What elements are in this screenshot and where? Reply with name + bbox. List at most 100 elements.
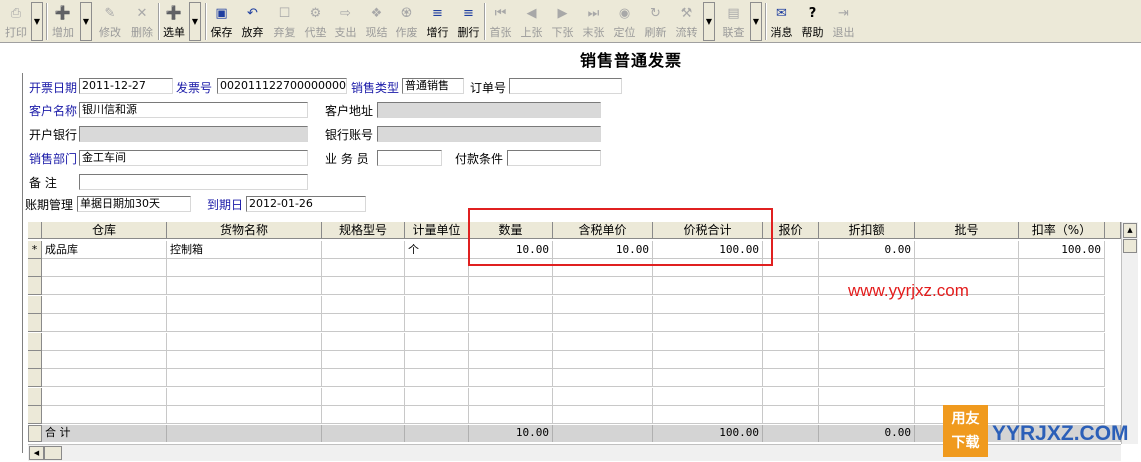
empty-cell[interactable] <box>1019 259 1105 277</box>
empty-cell[interactable] <box>653 314 763 333</box>
empty-cell[interactable] <box>322 406 405 425</box>
empty-cell[interactable] <box>405 351 469 369</box>
empty-cell[interactable] <box>1019 277 1105 296</box>
empty-cell[interactable] <box>819 314 915 333</box>
column-header-goods-name[interactable]: 货物名称 <box>167 222 322 239</box>
next-record-button[interactable]: ▶ 下张 <box>548 2 577 41</box>
empty-cell[interactable] <box>763 406 819 425</box>
empty-cell[interactable] <box>653 351 763 369</box>
remark-field[interactable] <box>79 174 308 190</box>
empty-cell[interactable] <box>653 369 763 388</box>
sales-dept-field[interactable]: 金工车间 <box>79 150 308 166</box>
locate-button[interactable]: ◉ 定位 <box>610 2 639 41</box>
empty-cell[interactable] <box>167 259 322 277</box>
empty-cell[interactable] <box>42 351 167 369</box>
select-order-dropdown[interactable]: ▼ <box>189 2 201 41</box>
empty-cell[interactable] <box>1019 351 1105 369</box>
empty-cell[interactable] <box>653 387 763 406</box>
empty-cell[interactable] <box>763 332 819 351</box>
scroll-thumb[interactable] <box>1123 239 1137 253</box>
previous-record-button[interactable]: ◀ 上张 <box>517 2 546 41</box>
row-marker[interactable]: * <box>28 241 42 259</box>
empty-cell[interactable] <box>819 259 915 277</box>
empty-cell[interactable] <box>322 259 405 277</box>
empty-cell[interactable] <box>653 406 763 425</box>
row-header[interactable] <box>28 295 42 314</box>
column-header-quantity[interactable]: 数量 <box>469 222 553 239</box>
empty-cell[interactable] <box>1019 295 1105 314</box>
empty-cell[interactable] <box>42 406 167 425</box>
message-button[interactable]: ✉ 消息 <box>767 2 796 41</box>
empty-cell[interactable] <box>167 277 322 296</box>
empty-cell[interactable] <box>405 314 469 333</box>
empty-cell[interactable] <box>322 369 405 388</box>
empty-cell[interactable] <box>653 259 763 277</box>
empty-cell[interactable] <box>553 277 653 296</box>
cell-unit-price[interactable]: 10.00 <box>553 241 653 259</box>
column-header-discount[interactable]: 折扣额 <box>819 222 915 239</box>
empty-cell[interactable] <box>1019 369 1105 388</box>
empty-cell[interactable] <box>763 295 819 314</box>
customer-name-field[interactable]: 银川信和源 <box>79 102 308 118</box>
scroll-up-arrow-icon[interactable]: ▲ <box>1123 223 1137 238</box>
advance-payment-button[interactable]: ⚙ 代垫 <box>301 2 330 41</box>
empty-cell[interactable] <box>405 332 469 351</box>
empty-cell[interactable] <box>763 369 819 388</box>
empty-cell[interactable] <box>653 277 763 296</box>
empty-cell[interactable] <box>405 259 469 277</box>
linked-query-button[interactable]: ▤ 联查 <box>719 2 748 41</box>
discard-button[interactable]: ↶ 放弃 <box>238 2 267 41</box>
empty-cell[interactable] <box>469 277 553 296</box>
empty-cell[interactable] <box>915 351 1019 369</box>
row-header[interactable] <box>28 351 42 369</box>
empty-cell[interactable] <box>469 259 553 277</box>
payment-terms-field[interactable] <box>507 150 601 166</box>
column-header-batch[interactable]: 批号 <box>915 222 1019 239</box>
empty-cell[interactable] <box>322 295 405 314</box>
empty-cell[interactable] <box>42 314 167 333</box>
empty-cell[interactable] <box>915 259 1019 277</box>
empty-cell[interactable] <box>763 277 819 296</box>
empty-cell[interactable] <box>42 387 167 406</box>
edit-button[interactable]: ✎ 修改 <box>95 2 125 41</box>
empty-cell[interactable] <box>167 332 322 351</box>
empty-cell[interactable] <box>405 369 469 388</box>
empty-cell[interactable] <box>553 387 653 406</box>
linked-query-dropdown[interactable]: ▼ <box>750 2 762 41</box>
cell-goods-name[interactable]: 控制箱 <box>167 241 322 259</box>
row-header[interactable] <box>28 277 42 296</box>
empty-cell[interactable] <box>42 369 167 388</box>
empty-cell[interactable] <box>819 387 915 406</box>
period-mgmt-field[interactable]: 单据日期加30天 <box>77 196 191 212</box>
empty-cell[interactable] <box>915 314 1019 333</box>
due-date-field[interactable]: 2012-01-26 <box>246 196 366 212</box>
row-header[interactable] <box>28 387 42 406</box>
empty-cell[interactable] <box>42 259 167 277</box>
empty-cell[interactable] <box>819 332 915 351</box>
invoice-no-field[interactable]: 00201112270000000001 <box>217 78 347 94</box>
empty-cell[interactable] <box>553 259 653 277</box>
empty-cell[interactable] <box>42 277 167 296</box>
empty-cell[interactable] <box>469 332 553 351</box>
row-header[interactable] <box>28 259 42 277</box>
empty-cell[interactable] <box>167 369 322 388</box>
empty-cell[interactable] <box>553 314 653 333</box>
empty-cell[interactable] <box>405 277 469 296</box>
empty-cell[interactable] <box>167 351 322 369</box>
empty-cell[interactable] <box>653 332 763 351</box>
restore-button[interactable]: ☐ 弃复 <box>270 2 299 41</box>
column-header-quote[interactable]: 报价 <box>763 222 819 239</box>
print-button[interactable]: ⎙ 打印 <box>2 2 30 41</box>
empty-cell[interactable] <box>469 406 553 425</box>
cell-quantity[interactable]: 10.00 <box>469 241 553 259</box>
empty-cell[interactable] <box>405 406 469 425</box>
cell-rate[interactable]: 100.00 <box>1019 241 1105 259</box>
empty-cell[interactable] <box>915 332 1019 351</box>
empty-cell[interactable] <box>763 314 819 333</box>
cell-quote[interactable] <box>763 241 819 259</box>
empty-cell[interactable] <box>819 369 915 388</box>
empty-cell[interactable] <box>763 259 819 277</box>
first-record-button[interactable]: ⏮ 首张 <box>486 2 515 41</box>
add-button[interactable]: ➕ 增加 <box>49 2 77 41</box>
sales-type-field[interactable]: 普通销售 <box>402 78 464 94</box>
